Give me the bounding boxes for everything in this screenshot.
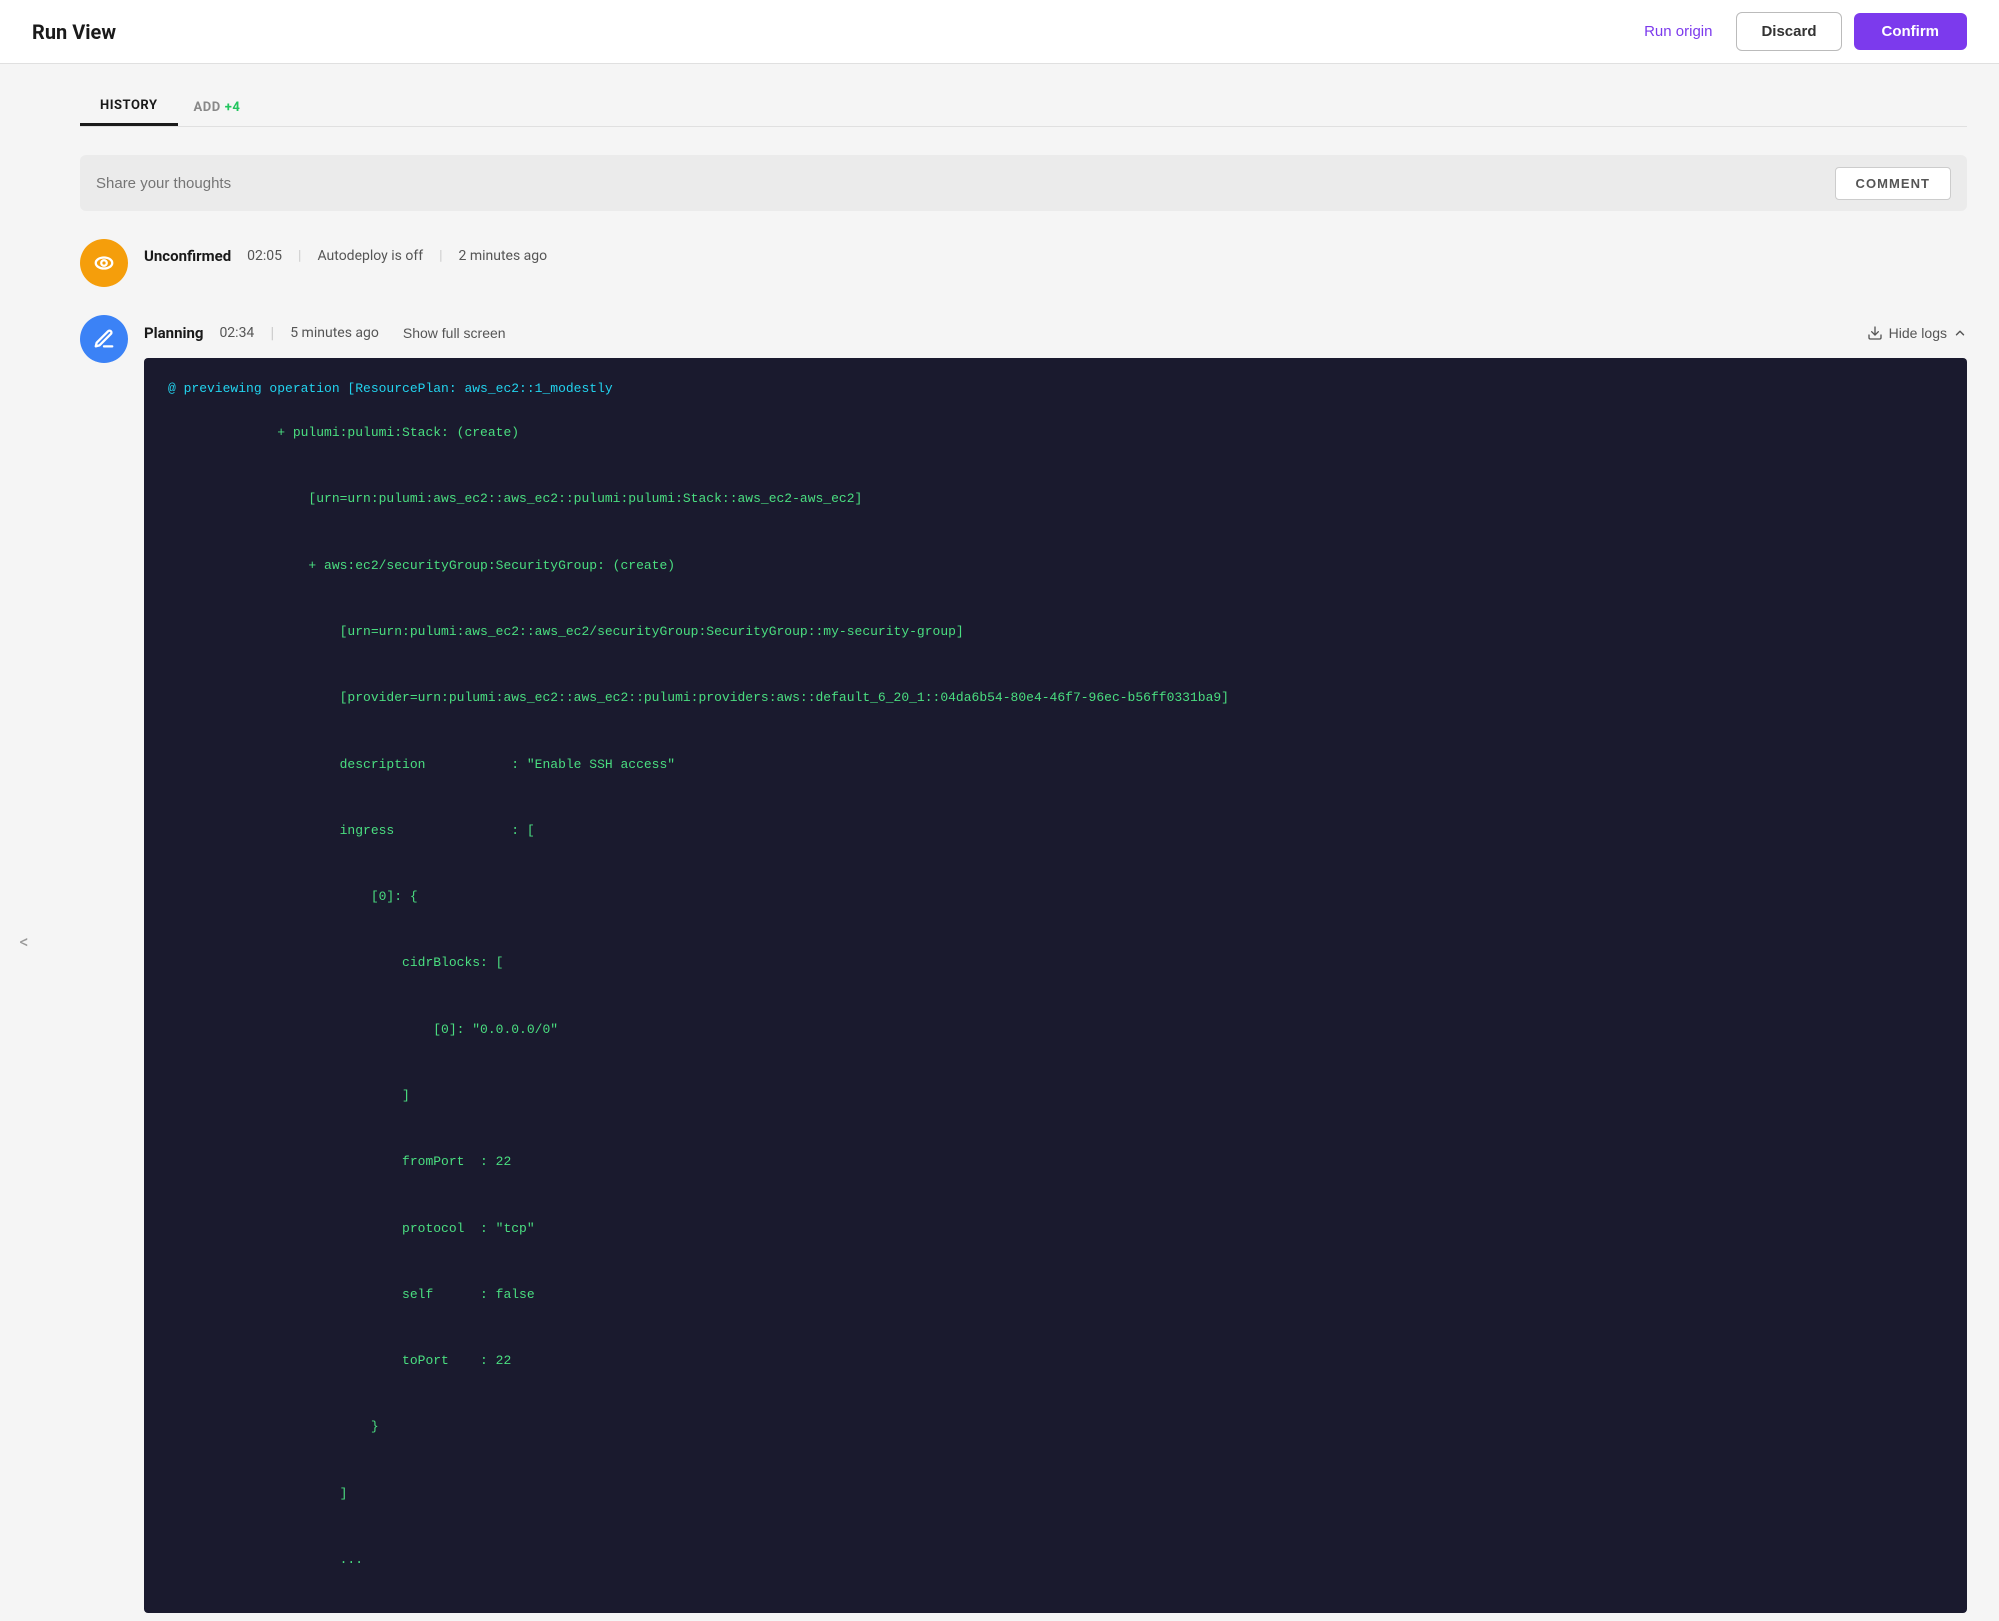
autodeploy-label: Autodeploy is off	[317, 248, 423, 264]
code-line-4: + aws:ec2/securityGroup:SecurityGroup: (…	[168, 533, 1943, 599]
timeline: Unconfirmed 02:05 | Autodeploy is off | …	[80, 235, 1967, 1621]
planning-sep: |	[270, 323, 274, 342]
discard-button[interactable]: Discard	[1736, 12, 1841, 51]
code-line-8: ingress : [	[168, 798, 1943, 864]
main-content: < HISTORY ADD+4 COMMENT	[0, 64, 1999, 1621]
tabs-bar: HISTORY ADD+4	[80, 64, 1967, 127]
comment-box: COMMENT	[80, 155, 1967, 211]
code-terminal: @ previewing operation [ResourcePlan: aw…	[144, 358, 1967, 1613]
chevron-up-icon	[1953, 326, 1967, 340]
unconfirmed-ago: 2 minutes ago	[458, 248, 547, 264]
code-line-14: protocol : "tcp"	[168, 1195, 1943, 1261]
code-line-15: self : false	[168, 1262, 1943, 1328]
code-line-19: ...	[168, 1527, 1943, 1593]
sidebar-collapse-button[interactable]: <	[0, 64, 48, 1621]
tab-add[interactable]: ADD+4	[178, 90, 257, 125]
show-full-screen-button[interactable]: Show full screen	[403, 325, 506, 341]
confirm-button[interactable]: Confirm	[1854, 13, 1968, 50]
chevron-left-icon: <	[19, 932, 28, 953]
pencil-icon	[93, 328, 115, 350]
header-actions: Run origin Discard Confirm	[1632, 12, 1967, 51]
avatar-unconfirmed	[80, 239, 128, 287]
planning-label: Planning	[144, 324, 203, 342]
run-origin-button[interactable]: Run origin	[1632, 15, 1724, 48]
code-line-16: toPort : 22	[168, 1328, 1943, 1394]
sep1: |	[298, 248, 301, 264]
timeline-item-planning: Planning 02:34 | 5 minutes ago Show full…	[80, 311, 1967, 1613]
tab-history[interactable]: HISTORY	[80, 88, 178, 126]
sep2: |	[439, 248, 442, 264]
comment-input[interactable]	[96, 175, 1835, 192]
code-line-10: cidrBlocks: [	[168, 930, 1943, 996]
code-line-1: @ previewing operation [ResourcePlan: aw…	[168, 378, 1943, 400]
code-line-7: description : "Enable SSH access"	[168, 732, 1943, 798]
unconfirmed-time: 02:05	[247, 248, 282, 264]
unconfirmed-info: Unconfirmed 02:05 | Autodeploy is off | …	[144, 235, 547, 265]
code-line-2: + pulumi:pulumi:Stack: (create)	[168, 400, 1943, 466]
planning-row: Planning 02:34 | 5 minutes ago Show full…	[144, 311, 1967, 1613]
code-line-9: [0]: {	[168, 864, 1943, 930]
comment-button[interactable]: COMMENT	[1835, 167, 1951, 200]
timeline-item-unconfirmed: Unconfirmed 02:05 | Autodeploy is off | …	[80, 235, 1967, 287]
code-line-11: [0]: "0.0.0.0/0"	[168, 997, 1943, 1063]
avatar-planning	[80, 315, 128, 363]
code-line-18: ]	[168, 1461, 1943, 1527]
code-line-13: fromPort : 22	[168, 1129, 1943, 1195]
code-line-12: ]	[168, 1063, 1943, 1129]
top-header: Run View Run origin Discard Confirm	[0, 0, 1999, 64]
code-line-17: }	[168, 1394, 1943, 1460]
code-line-3: [urn=urn:pulumi:aws_ec2::aws_ec2::pulumi…	[168, 466, 1943, 532]
code-line-6: [provider=urn:pulumi:aws_ec2::aws_ec2::p…	[168, 665, 1943, 731]
page-title: Run View	[32, 20, 116, 44]
eye-icon	[93, 252, 115, 274]
planning-time: 02:34	[219, 325, 254, 341]
code-line-5: [urn=urn:pulumi:aws_ec2::aws_ec2/securit…	[168, 599, 1943, 665]
planning-header: Planning 02:34 | 5 minutes ago Show full…	[144, 311, 1967, 342]
unconfirmed-label: Unconfirmed	[144, 247, 231, 265]
hide-logs-button[interactable]: Hide logs	[1867, 325, 1967, 341]
download-icon	[1867, 325, 1883, 341]
content-area: HISTORY ADD+4 COMMENT	[48, 64, 1999, 1621]
planning-ago: 5 minutes ago	[290, 325, 379, 341]
tab-add-badge: +4	[225, 100, 241, 115]
